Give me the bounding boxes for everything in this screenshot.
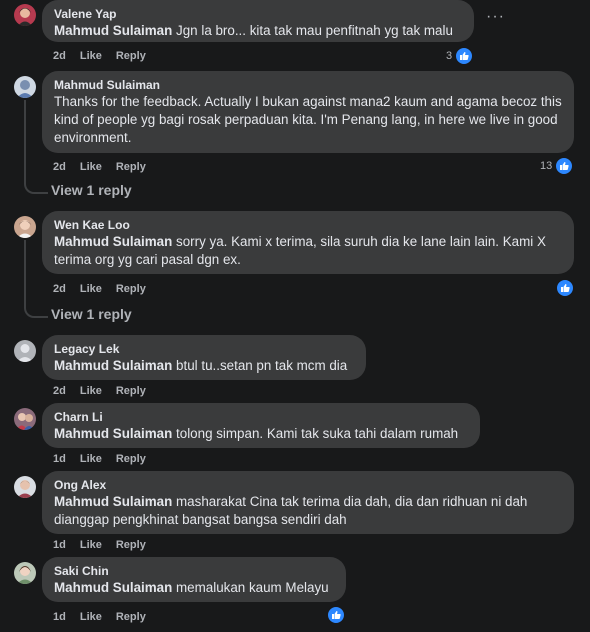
mention-link[interactable]: Mahmud Sulaiman bbox=[54, 358, 172, 373]
comment-author[interactable]: Ong Alex bbox=[54, 477, 562, 493]
reply-button[interactable]: Reply bbox=[116, 539, 146, 551]
reaction-count[interactable]: 3 bbox=[446, 47, 474, 65]
avatar[interactable] bbox=[14, 76, 36, 98]
comment-text: Mahmud Sulaiman Jgn la bro... kita tak m… bbox=[54, 23, 453, 38]
comment-text: Mahmud Sulaiman masharakat Cina tak teri… bbox=[54, 494, 528, 527]
timestamp[interactable]: 2d bbox=[53, 283, 66, 295]
comment-bubble: Mahmud Sulaiman Thanks for the feedback.… bbox=[42, 71, 574, 153]
mention-link[interactable]: Mahmud Sulaiman bbox=[54, 580, 172, 595]
mention-link[interactable]: Mahmud Sulaiman bbox=[54, 23, 172, 38]
timestamp[interactable]: 1d bbox=[53, 453, 66, 465]
comment-author[interactable]: Valene Yap bbox=[54, 6, 462, 22]
timestamp[interactable]: 2d bbox=[53, 161, 66, 173]
timestamp[interactable]: 2d bbox=[53, 50, 66, 62]
comment-author[interactable]: Legacy Lek bbox=[54, 341, 354, 357]
avatar[interactable] bbox=[14, 340, 36, 362]
like-button[interactable]: Like bbox=[80, 283, 102, 295]
reaction-count[interactable] bbox=[556, 279, 574, 297]
like-button[interactable]: Like bbox=[80, 453, 102, 465]
comment-text: Thanks for the feedback. Actually I buka… bbox=[54, 94, 562, 145]
timestamp[interactable]: 1d bbox=[53, 539, 66, 551]
timestamp[interactable]: 1d bbox=[53, 611, 66, 623]
comment-actions: 1d Like Reply bbox=[53, 453, 160, 465]
comment-bubble: Saki Chin Mahmud Sulaiman memalukan kaum… bbox=[42, 557, 346, 602]
comment-text: Mahmud Sulaiman btul tu..setan pn tak mc… bbox=[54, 358, 348, 373]
comment-actions: 2d Like Reply bbox=[53, 50, 160, 62]
reaction-count[interactable]: 13 bbox=[540, 157, 574, 175]
view-replies-link[interactable]: View 1 reply bbox=[51, 306, 132, 322]
thumbs-up-icon bbox=[555, 157, 574, 175]
reply-button[interactable]: Reply bbox=[116, 385, 146, 397]
comment-actions: 2d Like Reply bbox=[53, 283, 160, 295]
comment-author[interactable]: Wen Kae Loo bbox=[54, 217, 562, 233]
thumbs-up-icon bbox=[455, 47, 474, 65]
more-dots-icon[interactable]: ··· bbox=[486, 8, 505, 26]
avatar[interactable] bbox=[14, 4, 36, 26]
comment-actions: 2d Like Reply bbox=[53, 385, 160, 397]
thumbs-up-icon bbox=[327, 606, 345, 624]
like-button[interactable]: Like bbox=[80, 161, 102, 173]
like-button[interactable]: Like bbox=[80, 539, 102, 551]
avatar[interactable] bbox=[14, 476, 36, 498]
avatar[interactable] bbox=[14, 408, 36, 430]
comment-author[interactable]: Charn Li bbox=[54, 409, 468, 425]
comment-actions: 2d Like Reply bbox=[53, 161, 160, 173]
view-replies-link[interactable]: View 1 reply bbox=[51, 182, 132, 198]
avatar[interactable] bbox=[14, 562, 36, 584]
avatar[interactable] bbox=[14, 216, 36, 238]
mention-link[interactable]: Mahmud Sulaiman bbox=[54, 234, 172, 249]
reply-button[interactable]: Reply bbox=[116, 283, 146, 295]
comment-bubble: Valene Yap Mahmud Sulaiman Jgn la bro...… bbox=[42, 0, 474, 42]
reaction-count[interactable] bbox=[327, 606, 345, 624]
like-button[interactable]: Like bbox=[80, 611, 102, 623]
comment-text: Mahmud Sulaiman tolong simpan. Kami tak … bbox=[54, 426, 459, 441]
comment-author[interactable]: Saki Chin bbox=[54, 563, 334, 579]
thumbs-up-icon bbox=[556, 279, 574, 297]
like-button[interactable]: Like bbox=[80, 50, 102, 62]
reply-button[interactable]: Reply bbox=[116, 161, 146, 173]
mention-link[interactable]: Mahmud Sulaiman bbox=[54, 494, 172, 509]
comment-actions: 1d Like Reply bbox=[53, 539, 160, 551]
reply-button[interactable]: Reply bbox=[116, 611, 146, 623]
mention-link[interactable]: Mahmud Sulaiman bbox=[54, 426, 172, 441]
like-button[interactable]: Like bbox=[80, 385, 102, 397]
comment-text: Mahmud Sulaiman sorry ya. Kami x terima,… bbox=[54, 234, 546, 267]
comment-bubble: Charn Li Mahmud Sulaiman tolong simpan. … bbox=[42, 403, 480, 448]
comment-actions: 1d Like Reply bbox=[53, 611, 160, 623]
comment-bubble: Legacy Lek Mahmud Sulaiman btul tu..seta… bbox=[42, 335, 366, 380]
comment-bubble: Wen Kae Loo Mahmud Sulaiman sorry ya. Ka… bbox=[42, 211, 574, 274]
timestamp[interactable]: 2d bbox=[53, 385, 66, 397]
comment-author[interactable]: Mahmud Sulaiman bbox=[54, 77, 562, 93]
reply-button[interactable]: Reply bbox=[116, 453, 146, 465]
comment-text: Mahmud Sulaiman memalukan kaum Melayu bbox=[54, 580, 329, 595]
reply-button[interactable]: Reply bbox=[116, 50, 146, 62]
comment-bubble: Ong Alex Mahmud Sulaiman masharakat Cina… bbox=[42, 471, 574, 534]
